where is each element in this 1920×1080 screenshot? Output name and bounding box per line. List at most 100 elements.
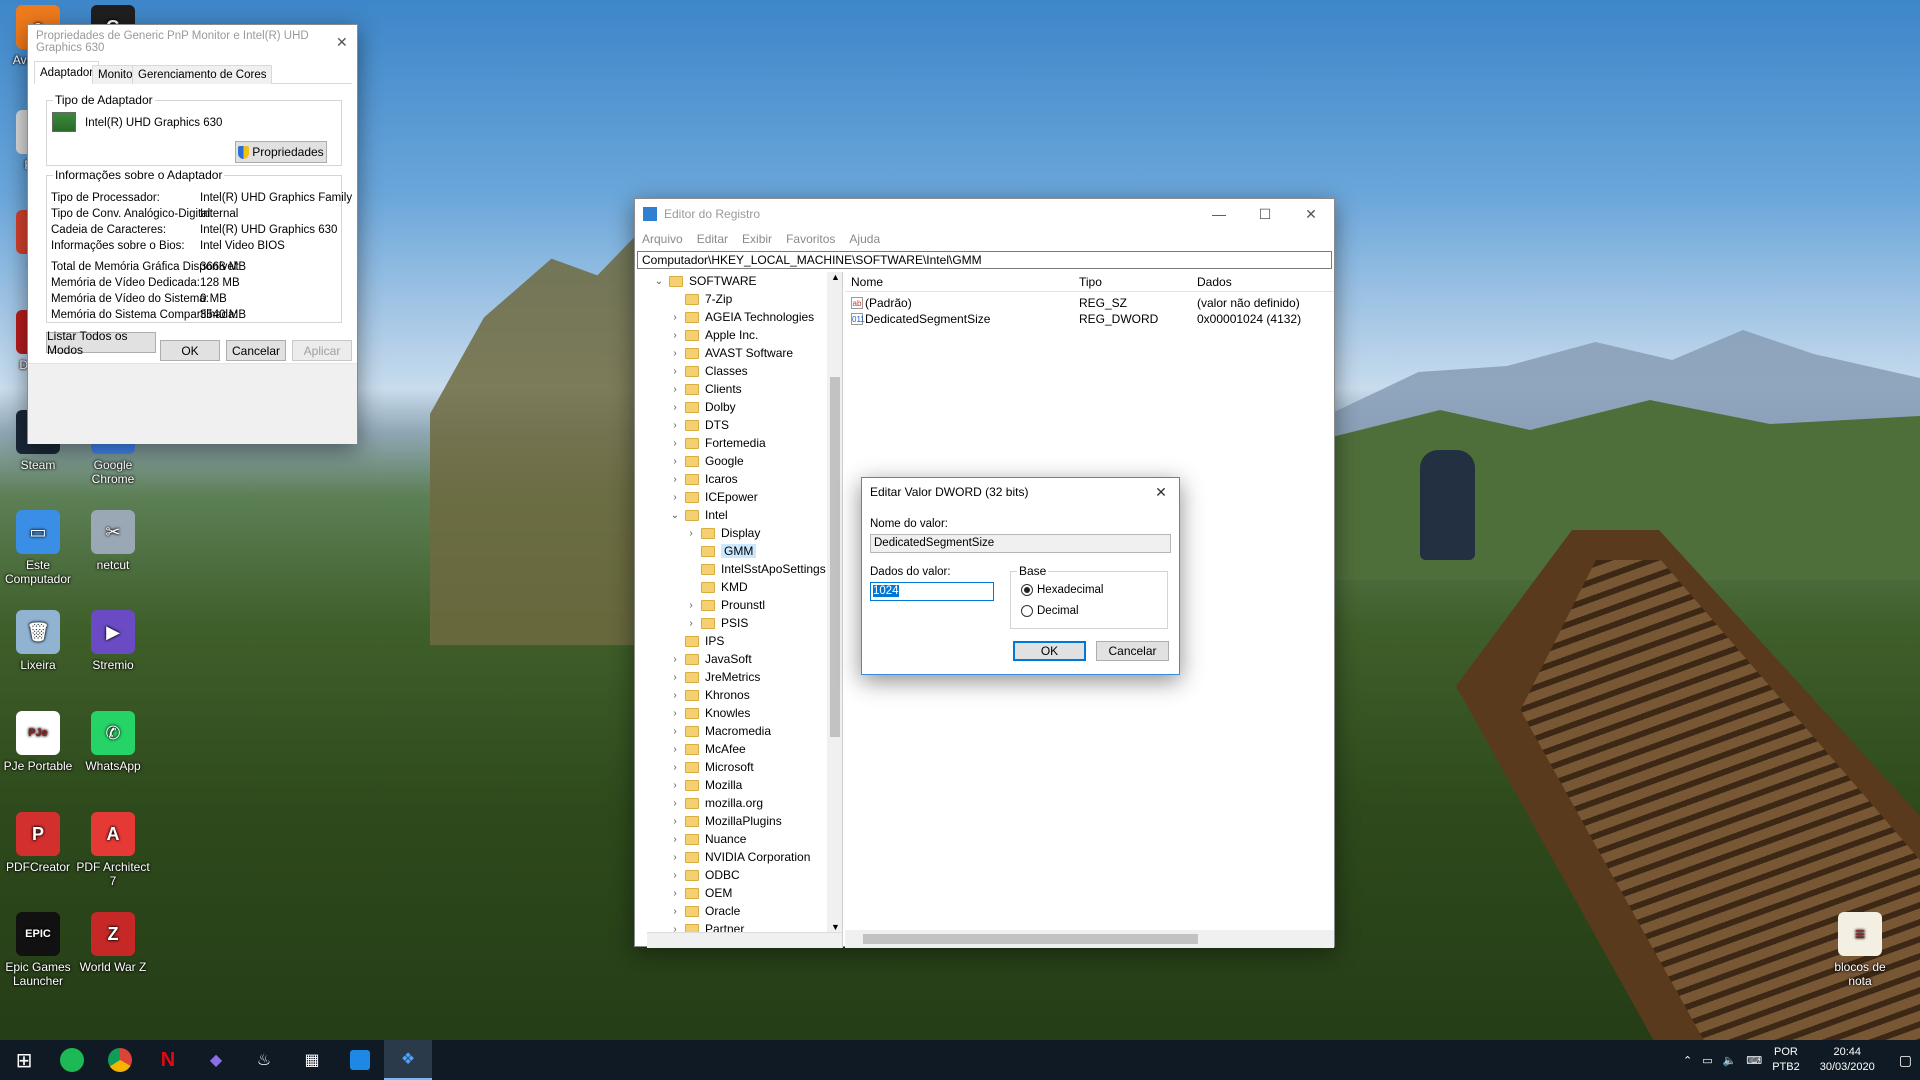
address-bar[interactable]: Computador\HKEY_LOCAL_MACHINE\SOFTWARE\I…	[637, 251, 1332, 269]
chevron-up-icon[interactable]: ⌃	[1683, 1054, 1692, 1067]
values-scroll-thumb[interactable]	[863, 934, 1198, 944]
tree-item-oem[interactable]: › OEM	[669, 884, 732, 902]
list-all-modes-button[interactable]: Listar Todos os Modos	[46, 329, 156, 357]
tree-item-ips[interactable]: IPS	[669, 632, 724, 650]
app-blue-icon[interactable]	[336, 1040, 384, 1080]
close-icon[interactable]: ✕	[1143, 477, 1179, 507]
chrome-icon[interactable]	[96, 1040, 144, 1080]
chevron-right-icon[interactable]: ›	[669, 438, 681, 449]
dword-cancel-button[interactable]: Cancelar	[1096, 641, 1169, 661]
hexadecimal-radio[interactable]: Hexadecimal	[1021, 584, 1103, 596]
chevron-right-icon[interactable]: ›	[669, 924, 681, 933]
chevron-right-icon[interactable]: ›	[669, 762, 681, 773]
chevron-right-icon[interactable]: ›	[669, 330, 681, 341]
desktop-icon-netcut[interactable]: ✂ netcut	[75, 510, 151, 572]
tree-item-psis[interactable]: › PSIS	[685, 614, 748, 632]
desktop-icon-stremio[interactable]: ▶ Stremio	[75, 610, 151, 672]
chevron-right-icon[interactable]: ›	[685, 618, 697, 629]
ok-button[interactable]: OK	[160, 340, 220, 361]
tree-item-khronos[interactable]: › Khronos	[669, 686, 749, 704]
chevron-right-icon[interactable]: ›	[669, 312, 681, 323]
menu-favoritos[interactable]: Favoritos	[786, 232, 835, 246]
tree-item-kmd[interactable]: KMD	[685, 578, 748, 596]
value-name-field[interactable]: DedicatedSegmentSize	[870, 534, 1171, 553]
chevron-down-icon[interactable]: ⌄	[669, 510, 681, 521]
tree-vscrollbar[interactable]: ▲ ▼	[827, 272, 842, 932]
tree-item-intel[interactable]: ⌄ Intel	[669, 506, 728, 524]
column-dados[interactable]: Dados	[1197, 275, 1232, 289]
tree-item-knowles[interactable]: › Knowles	[669, 704, 750, 722]
spotify-icon[interactable]	[48, 1040, 96, 1080]
tree-item-apple-inc-[interactable]: › Apple Inc.	[669, 326, 758, 344]
minimize-icon[interactable]: —	[1196, 199, 1242, 229]
chevron-right-icon[interactable]: ›	[685, 528, 697, 539]
tree-item-jremetrics[interactable]: › JreMetrics	[669, 668, 760, 686]
chevron-down-icon[interactable]: ⌄	[653, 276, 665, 287]
chevron-right-icon[interactable]: ›	[669, 690, 681, 701]
steam-icon[interactable]: ♨	[240, 1040, 288, 1080]
desktop-icon-lixeira[interactable]: 🗑 Lixeira	[0, 610, 76, 672]
apply-button[interactable]: Aplicar	[292, 340, 352, 361]
chevron-right-icon[interactable]: ›	[669, 492, 681, 503]
tree-item-nuance[interactable]: › Nuance	[669, 830, 746, 848]
desktop-icon-wwz[interactable]: Z World War Z	[75, 912, 151, 974]
chevron-right-icon[interactable]: ›	[669, 906, 681, 917]
clock[interactable]: 20:44 30/03/2020	[1820, 1045, 1875, 1075]
tree-item-nvidia-corporation[interactable]: › NVIDIA Corporation	[669, 848, 810, 866]
volume-icon[interactable]: 🔈	[1723, 1054, 1737, 1067]
dword-ok-button[interactable]: OK	[1013, 641, 1086, 661]
close-icon[interactable]: ✕	[1288, 199, 1334, 229]
chevron-right-icon[interactable]: ›	[669, 870, 681, 881]
properties-button[interactable]: Propriedades	[235, 141, 327, 163]
tree-item-prounstl[interactable]: › Prounstl	[685, 596, 765, 614]
tree-item-mcafee[interactable]: › McAfee	[669, 740, 745, 758]
chevron-right-icon[interactable]: ›	[669, 798, 681, 809]
chevron-right-icon[interactable]: ›	[669, 834, 681, 845]
chevron-right-icon[interactable]: ›	[685, 600, 697, 611]
tree-item-mozilla[interactable]: › Mozilla	[669, 776, 742, 794]
tree-item-gmm[interactable]: GMM	[685, 542, 757, 560]
notification-icon[interactable]: ▢	[1899, 1052, 1912, 1069]
column-nome[interactable]: Nome	[851, 275, 883, 289]
tree-item-oracle[interactable]: › Oracle	[669, 902, 740, 920]
desktop-icon-computer[interactable]: ▭ Este Computador	[0, 510, 76, 586]
stremio-icon[interactable]: ◆	[192, 1040, 240, 1080]
tree-item-macromedia[interactable]: › Macromedia	[669, 722, 771, 740]
desktop-icon-pje[interactable]: PJe PJe Portable	[0, 711, 76, 773]
tree-item-dts[interactable]: › DTS	[669, 416, 729, 434]
chevron-right-icon[interactable]: ›	[669, 384, 681, 395]
start-icon[interactable]: ⊞	[0, 1040, 48, 1080]
menu-editar[interactable]: Editar	[697, 232, 728, 246]
regedit-taskbar-icon[interactable]: ❖	[384, 1040, 432, 1080]
tree-item-ageia-technologies[interactable]: › AGEIA Technologies	[669, 308, 814, 326]
desktop-icon-whatsapp[interactable]: ✆ WhatsApp	[75, 711, 151, 773]
value-name[interactable]: (Padrão)	[865, 296, 912, 310]
chevron-right-icon[interactable]: ›	[669, 654, 681, 665]
tree-item-dolby[interactable]: › Dolby	[669, 398, 735, 416]
language-indicator[interactable]: POR PTB2	[1772, 1045, 1800, 1075]
chevron-right-icon[interactable]: ›	[669, 456, 681, 467]
chevron-right-icon[interactable]: ›	[669, 402, 681, 413]
tab-adaptador[interactable]: Adaptador	[34, 61, 100, 84]
value-data-input[interactable]: 1024	[870, 582, 994, 601]
chevron-right-icon[interactable]: ›	[669, 888, 681, 899]
desktop-icon-blocos[interactable]: ≡ blocos de nota	[1822, 912, 1898, 988]
tree-item-icepower[interactable]: › ICEpower	[669, 488, 757, 506]
chevron-right-icon[interactable]: ›	[669, 348, 681, 359]
tree-item-mozilla-org[interactable]: › mozilla.org	[669, 794, 763, 812]
tree-item-clients[interactable]: › Clients	[669, 380, 741, 398]
tree-scroll-thumb[interactable]	[830, 377, 840, 737]
tree-item-icaros[interactable]: › Icaros	[669, 470, 737, 488]
tree-item-7-zip[interactable]: 7-Zip	[669, 290, 732, 308]
tree-item-avast-software[interactable]: › AVAST Software	[669, 344, 793, 362]
tree-item-odbc[interactable]: › ODBC	[669, 866, 739, 884]
chevron-right-icon[interactable]: ›	[669, 474, 681, 485]
chevron-right-icon[interactable]: ›	[669, 708, 681, 719]
netflix-icon[interactable]: N	[144, 1040, 192, 1080]
chevron-right-icon[interactable]: ›	[669, 366, 681, 377]
values-hscrollbar[interactable]	[845, 930, 1334, 948]
value-name[interactable]: DedicatedSegmentSize	[865, 312, 990, 326]
column-tipo[interactable]: Tipo	[1079, 275, 1102, 289]
chevron-right-icon[interactable]: ›	[669, 780, 681, 791]
tab-gerenciamento-cores[interactable]: Gerenciamento de Cores	[132, 65, 273, 84]
